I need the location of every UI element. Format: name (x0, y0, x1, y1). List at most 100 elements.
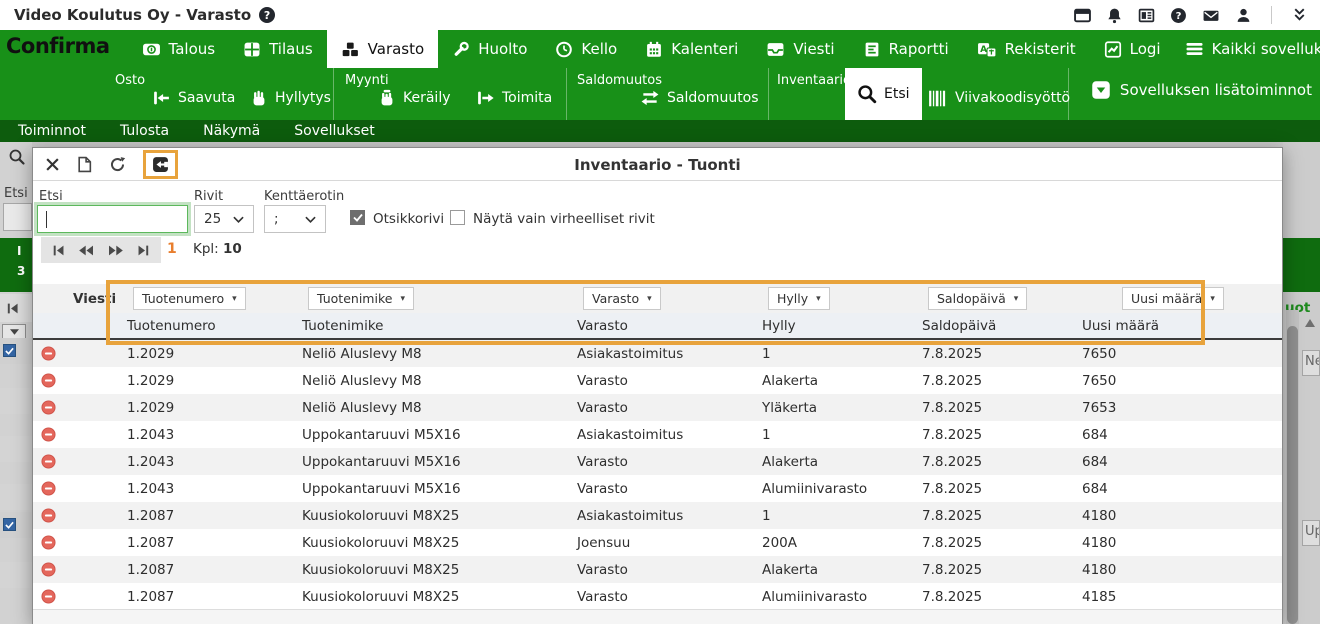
cell-hylly: Alakerta (756, 562, 916, 578)
remove-row-icon[interactable] (41, 535, 67, 550)
remove-row-icon[interactable] (41, 454, 67, 469)
nav-item-logi[interactable]: Logi (1090, 30, 1175, 68)
header-row-checkbox[interactable] (350, 210, 365, 225)
table-row: 1.2087Kuusiokoloruuvi M8X25Joensuu200A7.… (33, 529, 1282, 556)
mapping-select-tuotenumero[interactable]: Tuotenumero▾ (133, 287, 246, 310)
all-apps-button[interactable]: Kaikki sovellukset ja rekisterit (1175, 30, 1320, 68)
remove-row-icon[interactable] (41, 508, 67, 523)
import-icon[interactable] (152, 156, 169, 173)
saldomuutos-button[interactable]: Saldomuutos (640, 84, 759, 112)
mapping-select-value: Uusi määrä (1131, 291, 1202, 306)
refresh-icon[interactable] (109, 156, 126, 173)
collapse-chevron-icon[interactable] (1291, 7, 1308, 23)
ribbon-divider (333, 68, 334, 120)
window-icon[interactable] (1074, 7, 1091, 24)
saavuta-button[interactable]: Saavuta (152, 84, 235, 112)
remove-row-icon[interactable] (41, 346, 67, 361)
cell-hylly: Yläkerta (756, 400, 916, 416)
nav-item-talous[interactable]: Talous (128, 30, 230, 68)
svg-text:A: A (980, 44, 987, 54)
menu-sovellukset[interactable]: Sovellukset (294, 123, 375, 139)
help-badge-icon[interactable]: ? (259, 7, 275, 23)
cell-hylly: 1 (756, 346, 916, 362)
errors-only-checkbox[interactable] (450, 210, 465, 225)
ribbon-divider (768, 68, 769, 120)
import-dialog: Inventaario - Tuonti Etsi Rivit Kenttäer… (32, 147, 1283, 624)
toimita-button[interactable]: Toimita (476, 84, 552, 112)
tilaus-icon (243, 41, 261, 58)
ribbon-button-label: Saavuta (178, 90, 235, 106)
mapping-select-uusi-maara[interactable]: Uusi määrä▾ (1122, 287, 1224, 310)
next-page-button[interactable] (107, 244, 124, 257)
arrive-arrow-icon (152, 89, 171, 107)
remove-row-icon[interactable] (41, 562, 67, 577)
nav-item-kalenteri[interactable]: Kalenteri (631, 30, 752, 68)
background-left-strip: Etsi I 3 (0, 142, 32, 624)
header-row-checkbox-label[interactable]: Otsikkorivi (373, 211, 444, 227)
remove-row-icon[interactable] (41, 400, 67, 415)
mail-icon[interactable] (1202, 7, 1220, 24)
ribbon-divider (566, 68, 567, 120)
viivakoodisyotto-button[interactable]: Viivakoodisyöttö (928, 84, 1070, 112)
mapping-select-value: Varasto (592, 291, 639, 306)
keraily-button[interactable]: Keräily (378, 84, 451, 112)
mapping-select-tuotenimike[interactable]: Tuotenimike▾ (308, 287, 414, 310)
cell-uusi-maara: 7653 (1076, 400, 1282, 416)
menu-toiminnot[interactable]: Toiminnot (18, 123, 86, 139)
etsi-button[interactable]: Etsi (845, 68, 922, 120)
last-page-button[interactable] (136, 244, 150, 257)
remove-row-icon[interactable] (41, 427, 67, 442)
nav-item-viesti[interactable]: Viesti (752, 30, 848, 68)
cell-saldopaiva: 7.8.2025 (916, 589, 1076, 605)
cell-varasto: Asiakastoimitus (571, 508, 756, 524)
remove-row-icon[interactable] (41, 481, 67, 496)
mapping-select-saldopaiva[interactable]: Saldopäivä▾ (928, 287, 1027, 310)
current-page-number[interactable]: 1 (167, 241, 177, 257)
mapping-select-value: Hylly (777, 291, 808, 306)
table-row: 1.2043Uppokantaruuvi M5X16VarastoAlumiin… (33, 475, 1282, 502)
nav-item-varasto[interactable]: Varasto (327, 30, 439, 68)
search-input[interactable] (37, 205, 188, 233)
prev-page-button[interactable] (78, 244, 95, 257)
separator-select-value: ; (274, 211, 279, 227)
cell-hylly: Alumiinivarasto (756, 481, 916, 497)
menu-tulosta[interactable]: Tulosta (120, 123, 169, 139)
notifications-bell-icon[interactable] (1106, 7, 1123, 24)
mapping-select-varasto[interactable]: Varasto▾ (583, 287, 661, 310)
hyllytys-button[interactable]: Hyllytys (250, 84, 331, 112)
nav-item-raportti[interactable]: Raportti (849, 30, 963, 68)
user-icon[interactable] (1235, 7, 1252, 24)
nav-item-tilaus[interactable]: Tilaus (229, 30, 327, 68)
news-icon[interactable] (1138, 7, 1155, 24)
rows-select[interactable]: 25 (194, 205, 254, 233)
errors-only-checkbox-label[interactable]: Näytä vain virheelliset rivit (473, 211, 655, 227)
remove-row-icon[interactable] (41, 373, 67, 388)
remove-row-icon[interactable] (41, 589, 67, 604)
bg-row (0, 436, 32, 462)
cell-varasto: Asiakastoimitus (571, 346, 756, 362)
first-page-button[interactable] (52, 244, 66, 257)
bg-search-label: Etsi (4, 186, 28, 201)
ribbon-button-label: Viivakoodisyöttö (955, 90, 1070, 106)
nav-item-kello[interactable]: Kello (541, 30, 631, 68)
bg-input-fragment (3, 203, 32, 231)
nav-item-huolto[interactable]: Huolto (438, 30, 541, 68)
cell-varasto: Varasto (571, 400, 756, 416)
menu-nakyma[interactable]: Näkymä (203, 123, 260, 139)
nav-item-label: Raportti (889, 40, 949, 58)
help-icon[interactable]: ? (1170, 7, 1187, 24)
new-document-icon[interactable] (77, 156, 92, 173)
close-button[interactable] (45, 157, 60, 172)
separator-select[interactable]: ; (264, 205, 326, 233)
search-field-label: Etsi (39, 189, 63, 204)
cell-varasto: Varasto (571, 481, 756, 497)
bg-cell-fragment: Upp (1302, 520, 1320, 546)
app-extra-actions-button[interactable]: Sovelluksen lisätoiminnot (1091, 80, 1312, 100)
table-row: 1.2087Kuusiokoloruuvi M8X25VarastoAlaker… (33, 556, 1282, 583)
cell-hylly: 1 (756, 508, 916, 524)
bg-scrollbar-thumb (1287, 326, 1298, 624)
window-title: Video Koulutus Oy - Varasto (14, 6, 251, 24)
nav-item-rekisterit[interactable]: A Rekisterit (963, 30, 1090, 68)
rows-field-label: Rivit (194, 189, 223, 204)
mapping-select-hylly[interactable]: Hylly▾ (768, 287, 830, 310)
